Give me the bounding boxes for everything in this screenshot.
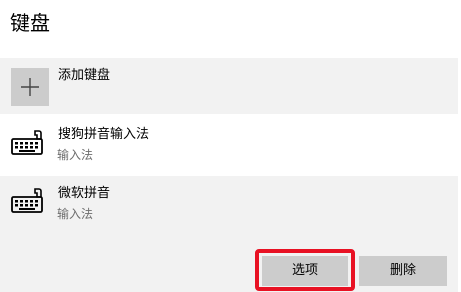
keyboard-item-sogou[interactable]: 搜狗拼音输入法 输入法 [0,115,458,175]
add-keyboard-row[interactable]: 添加键盘 [0,58,458,114]
keyboard-name: 微软拼音 [58,186,111,201]
section-title: 键盘 [10,11,50,35]
keyboard-icon [11,130,43,155]
remove-button[interactable]: 删除 [359,256,447,286]
add-keyboard-button[interactable] [11,68,49,106]
keyboard-settings-panel: 键盘 添加键盘 搜狗拼音输入法 输入法 微软拼音 输入法 选项 删除 [0,0,461,292]
highlight-annotation [255,249,355,291]
keyboard-name: 搜狗拼音输入法 [58,127,150,142]
keyboard-subtitle: 输入法 [57,148,94,162]
keyboard-subtitle: 输入法 [57,207,94,221]
plus-icon [21,78,39,96]
add-keyboard-label: 添加键盘 [58,68,111,83]
keyboard-icon [11,188,43,213]
